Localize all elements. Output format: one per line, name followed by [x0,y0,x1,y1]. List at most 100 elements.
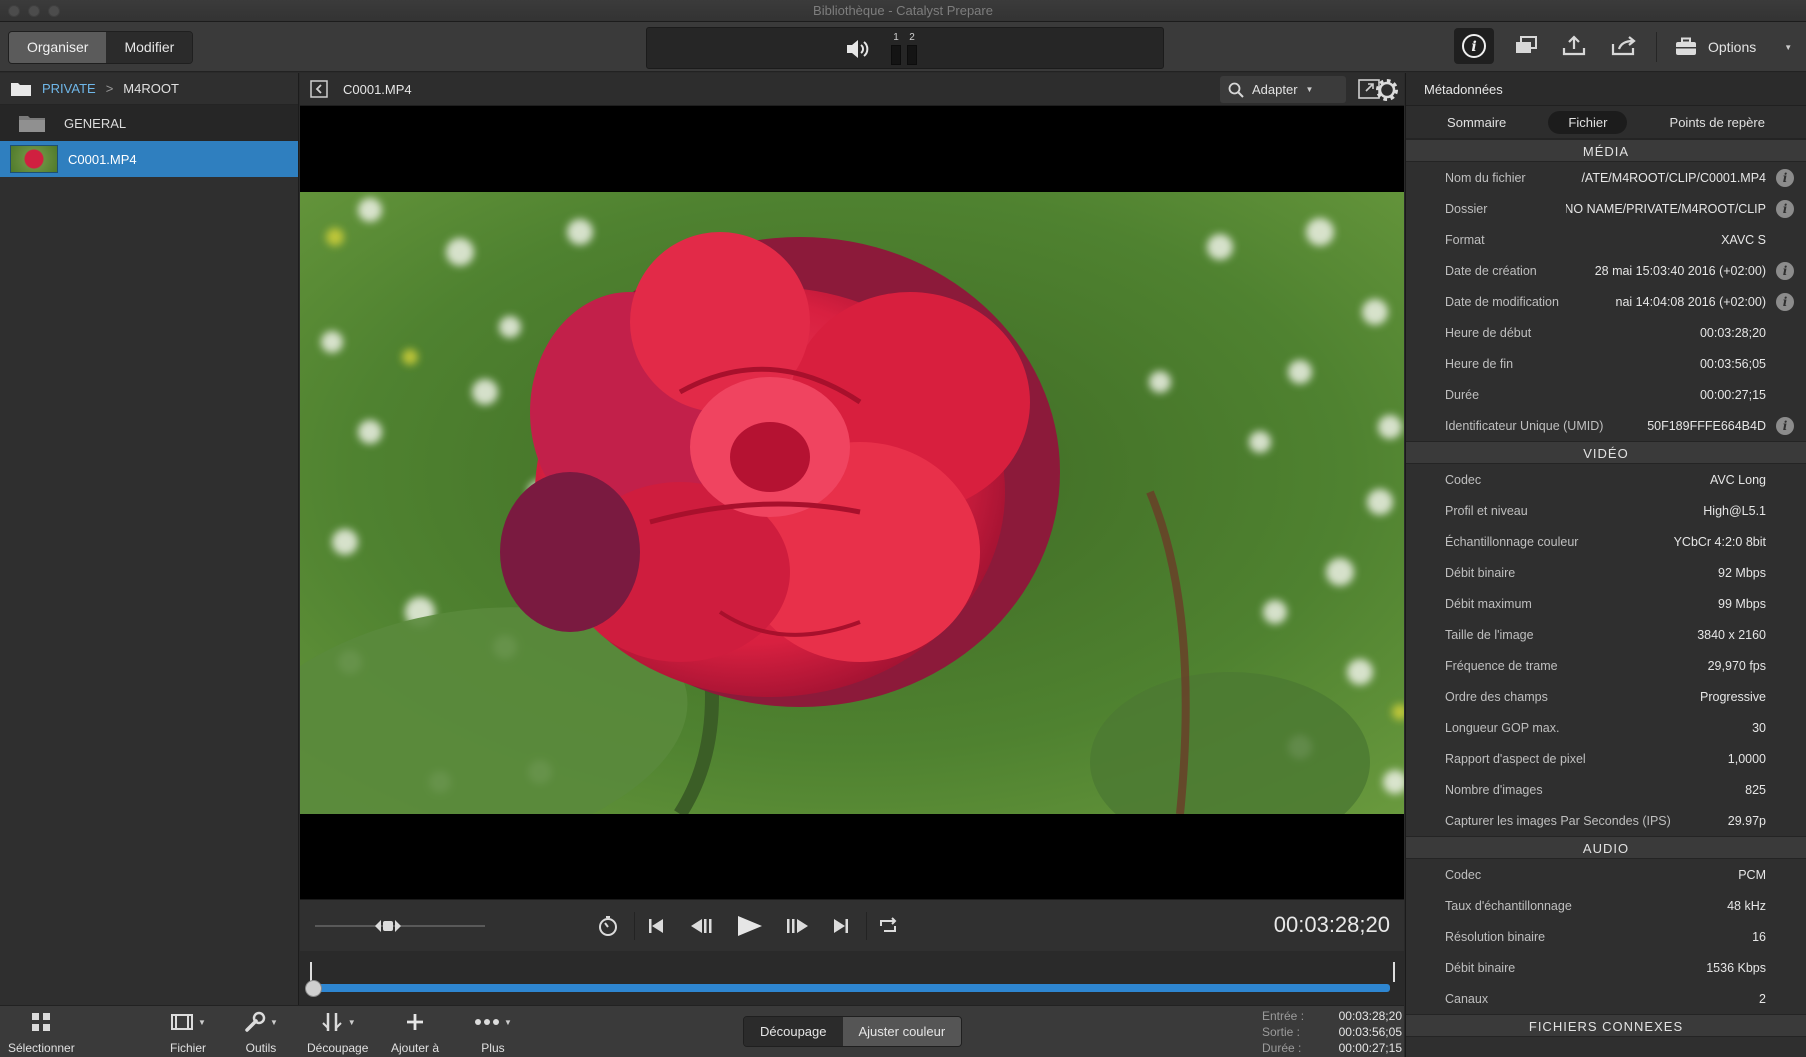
options-menu[interactable]: Options ▼ [1674,30,1792,64]
breadcrumb-private[interactable]: PRIVATE [42,81,96,96]
metadata-value[interactable]: 92 Mbps [1566,566,1766,580]
scrub-track[interactable] [313,984,1390,992]
chevron-down-icon: ▼ [1305,85,1314,94]
shuttle-handle-icon[interactable] [374,918,402,934]
metadata-value[interactable]: 3840 x 2160 [1566,628,1766,642]
folder-item-general[interactable]: GENERAL [0,105,298,141]
metadata-value[interactable]: 00:03:56;05 [1566,357,1766,371]
modify-mode-button[interactable]: Modifier [106,32,193,63]
metadata-value-text: 48 kHz [1727,898,1766,913]
file-menu-button[interactable]: ▼ Fichier [170,1011,206,1055]
metadata-label: Débit binaire [1445,565,1516,580]
add-to-button[interactable]: Ajouter à [391,1011,439,1055]
video-viewer[interactable] [300,106,1404,899]
go-to-end-button[interactable] [825,911,857,941]
metadata-label: Longueur GOP max. [1445,720,1560,735]
metadata-value[interactable]: nai 14:04:08 2016 (+02:00) [1566,295,1766,309]
select-button[interactable]: Sélectionner [8,1011,75,1055]
metadata-value-text: AVC Long [1709,472,1766,487]
metadata-label: Codec [1445,472,1482,487]
color-adjust-mode-button[interactable]: Ajuster couleur [842,1017,962,1046]
more-menu-button[interactable]: ▼ Plus [474,1011,512,1055]
tools-menu-button[interactable]: ▼ Outils [244,1011,278,1055]
channel-1-meter [891,45,901,65]
metadata-value-text: 00:03:56;05 [1699,356,1766,371]
go-to-start-button[interactable] [640,911,672,941]
info-icon[interactable]: i [1776,293,1794,311]
info-icon[interactable]: i [1776,417,1794,435]
copy-button[interactable] [1506,28,1546,64]
metadata-value[interactable]: 1536 Kbps [1566,961,1766,975]
metadata-label: Taille de l'image [1445,627,1534,642]
previous-frame-button[interactable] [686,911,718,941]
sidebar-toggle-icon[interactable] [310,80,328,98]
trim-menu-button[interactable]: ▼ Découpage [307,1011,368,1055]
tab-file[interactable]: Fichier [1548,110,1628,134]
metadata-value[interactable]: /ATE/M4ROOT/CLIP/C0001.MP4 [1566,171,1766,185]
metadata-value[interactable]: XAVC S [1566,233,1766,247]
metadata-value[interactable]: AVC Long [1566,473,1766,487]
metadata-value-text: 50F189FFFE664B4D [1647,418,1766,433]
metadata-value[interactable]: 30 [1566,721,1766,735]
loop-button[interactable] [872,911,904,941]
export-button[interactable] [1554,28,1594,64]
organize-mode-button[interactable]: Organiser [9,32,107,63]
edit-mode-toggle: Découpage Ajuster couleur [743,1016,963,1047]
metadata-value[interactable]: 99 Mbps [1566,597,1766,611]
metadata-label: Échantillonnage couleur [1445,534,1579,549]
metadata-value[interactable]: 825 [1566,783,1766,797]
metadata-row: Taux d'échantillonnage 48 kHz [1406,890,1806,921]
in-label: Entrée : [1262,1009,1305,1023]
metadata-label: Canaux [1445,991,1489,1006]
metadata-value[interactable]: 00:03:28;20 [1566,326,1766,340]
metadata-value[interactable]: 00:00:27;15 [1566,388,1766,402]
share-button[interactable] [1604,28,1644,64]
transport-divider [634,912,635,940]
current-timecode: 00:03:28;20 [1273,912,1390,937]
tab-markers[interactable]: Points de repère [1650,111,1785,134]
in-value: 00:03:28;20 [1338,1009,1402,1023]
playhead-handle[interactable] [305,980,322,997]
info-icon[interactable]: i [1776,169,1794,187]
in-point-marker[interactable] [310,962,312,982]
metadata-value[interactable]: 28 mai 15:03:40 2016 (+02:00) [1566,264,1766,278]
play-button[interactable] [733,911,765,941]
metadata-value[interactable]: ımes/NO NAME/PRIVATE/M4ROOT/CLIP [1566,202,1766,216]
tab-summary[interactable]: Sommaire [1427,111,1526,134]
grid-icon [32,1013,51,1031]
metadata-label: Dossier [1445,201,1488,216]
metadata-value[interactable]: PCM [1566,868,1766,882]
metadata-value-text: 00:03:28;20 [1699,325,1766,340]
out-point-marker[interactable] [1393,962,1395,982]
metadata-value[interactable]: 1,0000 [1566,752,1766,766]
svg-text:i: i [1471,39,1476,55]
metadata-value[interactable]: 2 [1566,992,1766,1006]
gear-icon[interactable] [1374,77,1400,103]
metadata-value-text: 00:00:27;15 [1699,387,1766,402]
metadata-value-text: 29,970 fps [1707,658,1766,673]
metadata-value[interactable]: High@L5.1 [1566,504,1766,518]
metadata-row: Heure de fin 00:03:56;05 [1406,348,1806,379]
metadata-label: Capturer les images Par Secondes (IPS) [1445,813,1671,828]
trim-mode-button[interactable]: Découpage [744,1017,843,1046]
metadata-value[interactable]: 16 [1566,930,1766,944]
zoom-fit-dropdown[interactable]: Adapter ▼ [1220,76,1346,103]
metadata-row: Nom du fichier/ATE/M4ROOT/CLIP/C0001.MP4… [1406,162,1806,193]
next-frame-button[interactable] [781,911,813,941]
speaker-icon[interactable] [845,38,871,60]
clip-item[interactable]: C0001.MP4 [0,141,298,177]
breadcrumb-m4root[interactable]: M4ROOT [123,81,179,96]
metadata-value[interactable]: Progressive [1566,690,1766,704]
folder-icon [19,116,45,132]
info-icon[interactable]: i [1776,262,1794,280]
metadata-value[interactable]: 48 kHz [1566,899,1766,913]
info-button[interactable]: i [1454,28,1494,64]
metadata-value-text: ımes/NO NAME/PRIVATE/M4ROOT/CLIP [1566,201,1766,216]
metadata-row: Identificateur Unique (UMID) 50F189FFFE66… [1406,410,1806,441]
metadata-value[interactable]: 29,970 fps [1566,659,1766,673]
main-toolbar: Organiser Modifier 1 2 i Options ▼ [0,22,1806,72]
metadata-value[interactable]: YCbCr 4:2:0 8bit [1566,535,1766,549]
timer-button[interactable] [592,911,624,941]
timeline-scrubber[interactable] [300,951,1404,1005]
info-icon[interactable]: i [1776,200,1794,218]
